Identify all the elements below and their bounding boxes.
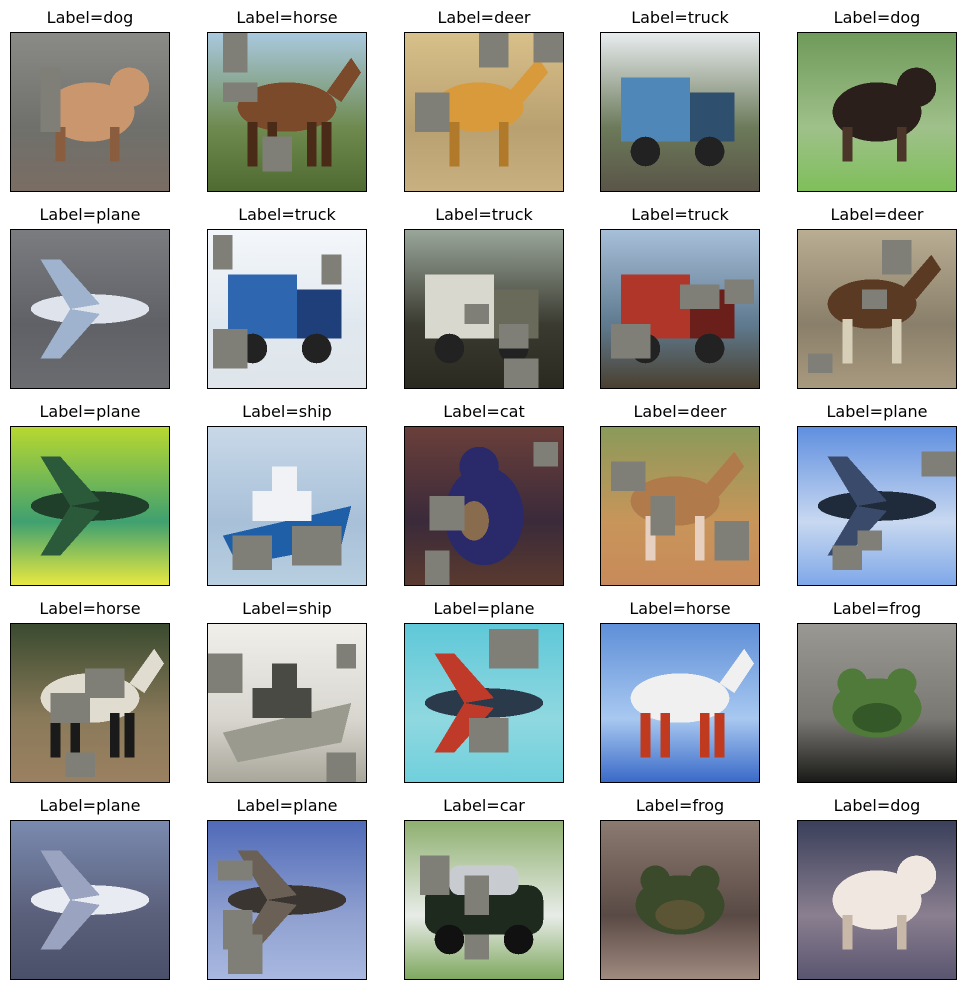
occlusion-patch xyxy=(212,328,248,369)
occlusion-patch xyxy=(714,520,750,561)
sample-image-dog xyxy=(797,32,957,192)
occlusion-patch xyxy=(680,284,720,309)
sample-image-plane xyxy=(404,623,564,783)
occlusion-patch xyxy=(65,752,95,778)
subject-frog xyxy=(635,865,725,935)
occlusion-patch xyxy=(336,643,357,669)
sample-image-cat xyxy=(404,426,564,586)
occlusion-patch xyxy=(464,304,489,324)
occlusion-patch xyxy=(321,254,342,285)
occlusion-patch xyxy=(533,33,563,63)
occlusion-patch xyxy=(610,323,651,359)
occlusion-patch xyxy=(862,289,887,309)
occlusion-patch xyxy=(464,934,489,960)
occlusion-patch xyxy=(881,239,912,275)
sample-image-deer xyxy=(404,32,564,192)
sample-image-plane xyxy=(10,426,170,586)
sample-image-dog xyxy=(10,32,170,192)
occlusion-patch xyxy=(414,92,450,132)
occlusion-patch xyxy=(807,353,833,374)
sample-image-dog xyxy=(797,820,957,980)
occlusion-patch xyxy=(724,279,755,305)
sample-image-plane xyxy=(10,229,170,389)
occlusion-patch xyxy=(503,358,539,388)
occlusion-patch xyxy=(424,550,450,585)
sample-image-horse xyxy=(600,623,760,783)
occlusion-patch xyxy=(832,545,863,571)
sample-image-deer xyxy=(600,426,760,586)
sample-image-truck xyxy=(207,229,367,389)
occlusion-patch xyxy=(227,934,263,975)
occlusion-patch xyxy=(429,496,465,531)
occlusion-patch xyxy=(469,717,509,753)
sample-image-frog xyxy=(797,623,957,783)
sample-image-car xyxy=(404,820,564,980)
occlusion-patch xyxy=(222,33,248,73)
occlusion-patch xyxy=(610,461,646,492)
occlusion-patch xyxy=(262,136,292,172)
occlusion-patch xyxy=(232,535,273,571)
occlusion-patch xyxy=(85,668,125,699)
occlusion-patch xyxy=(533,441,559,467)
occlusion-patch xyxy=(50,693,90,723)
occlusion-patch xyxy=(212,234,233,270)
occlusion-patch xyxy=(419,855,450,896)
occlusion-patch xyxy=(464,875,489,915)
occlusion-patch xyxy=(498,323,529,349)
sample-image-plane xyxy=(797,426,957,586)
sample-image-plane xyxy=(10,820,170,980)
sample-image-horse xyxy=(10,623,170,783)
subject-frog xyxy=(832,668,922,738)
occlusion-patch xyxy=(479,33,509,68)
sample-image-truck xyxy=(600,229,760,389)
sample-image-truck xyxy=(404,229,564,389)
sample-image-deer xyxy=(797,229,957,389)
occlusion-patch xyxy=(222,82,258,103)
sample-image-plane xyxy=(207,820,367,980)
occlusion-patch xyxy=(291,525,342,566)
sample-image-frog xyxy=(600,820,760,980)
sample-image-ship xyxy=(207,426,367,586)
occlusion-patch xyxy=(650,496,676,536)
sample-image-horse xyxy=(207,32,367,192)
occlusion-patch xyxy=(208,653,243,694)
sample-image-truck xyxy=(600,32,760,192)
image-grid: Label=dog Label=horse Label=deer Label=t… xyxy=(0,0,966,990)
occlusion-patch xyxy=(217,860,253,881)
occlusion-patch xyxy=(488,628,539,669)
occlusion-patch xyxy=(921,451,956,477)
occlusion-patch xyxy=(40,67,61,132)
occlusion-patch xyxy=(326,752,357,782)
sample-image-ship xyxy=(207,623,367,783)
